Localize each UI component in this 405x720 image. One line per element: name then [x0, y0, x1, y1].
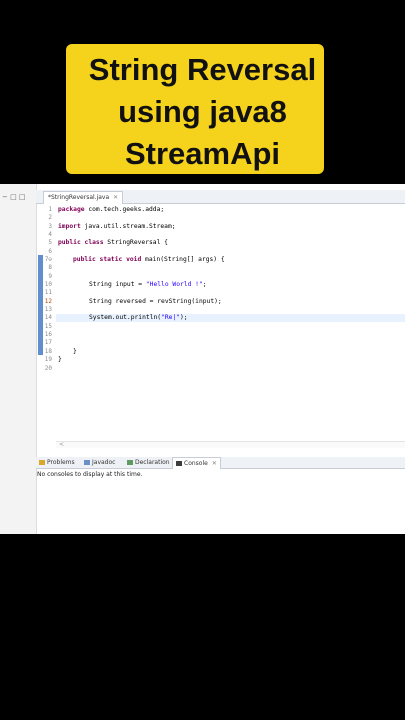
line-number: 7⊖ [44, 256, 52, 263]
tab-javadoc[interactable]: Javadoc [84, 457, 115, 468]
bottom-panel-tabs: Problems Javadoc Declaration Console ✕ [36, 457, 405, 469]
code-line-18[interactable]: } [73, 348, 77, 356]
close-icon[interactable]: ✕ [113, 194, 118, 201]
title-line-2: using java8 [118, 94, 287, 129]
line-number: 3 [48, 223, 52, 230]
code-line-19[interactable]: } [58, 356, 62, 364]
line-number: 20 [44, 365, 52, 372]
console-message: No consoles to display at this time. [37, 471, 143, 478]
editor-tab-label: *StringReversal.java [48, 194, 110, 201]
editor-tab[interactable]: *StringReversal.java ✕ [43, 191, 124, 204]
problems-icon [39, 460, 45, 465]
code-line-10[interactable]: String input = "Hello World !"; [89, 281, 207, 289]
tab-problems[interactable]: Problems [39, 457, 75, 468]
declaration-icon [127, 460, 133, 465]
package-explorer-minimized: − □ □ [0, 184, 37, 534]
line-number: 4 [48, 231, 52, 238]
tab-declaration[interactable]: Declaration [127, 457, 170, 468]
code-line-5[interactable]: public class StringReversal { [58, 239, 168, 247]
code-line-7[interactable]: public static void main(String[] args) { [73, 256, 225, 264]
code-line-3[interactable]: import java.util.stream.Stream; [58, 223, 176, 231]
close-icon[interactable]: ✕ [212, 460, 217, 467]
line-number: 17 [44, 339, 52, 346]
line-number: 2 [48, 214, 52, 221]
line-number: 1 [48, 206, 52, 213]
code-line-14[interactable]: System.out.println("Re|"); [89, 314, 188, 322]
line-number: 18 [44, 348, 52, 355]
line-number: 19 [44, 356, 52, 363]
view-controls[interactable]: − □ □ [2, 193, 26, 201]
javadoc-icon [84, 460, 90, 465]
title-line-3: StreamApi [124, 136, 281, 171]
line-number: 12 [44, 298, 52, 305]
line-number: 8 [48, 264, 52, 271]
line-number: 5 [48, 239, 52, 246]
line-number: 13 [44, 306, 52, 313]
console-icon [176, 461, 182, 466]
title-line-1: String Reversal [88, 52, 317, 87]
line-number: 10 [44, 281, 52, 288]
line-number: 9 [48, 273, 52, 280]
tab-console[interactable]: Console ✕ [172, 457, 221, 469]
line-number: 6 [48, 248, 52, 255]
line-number: 15 [44, 323, 52, 330]
code-line-12[interactable]: String reversed = revString(input); [89, 298, 222, 306]
line-number: 16 [44, 331, 52, 338]
line-number: 14 [44, 314, 52, 321]
scroll-left-icon[interactable]: < [59, 441, 64, 448]
editor-tab-bar: *StringReversal.java ✕ [36, 190, 405, 204]
code-line-1[interactable]: package com.tech.geeks.adda; [58, 206, 164, 214]
line-number: 11 [44, 289, 52, 296]
horizontal-scrollbar[interactable]: < [56, 441, 405, 448]
